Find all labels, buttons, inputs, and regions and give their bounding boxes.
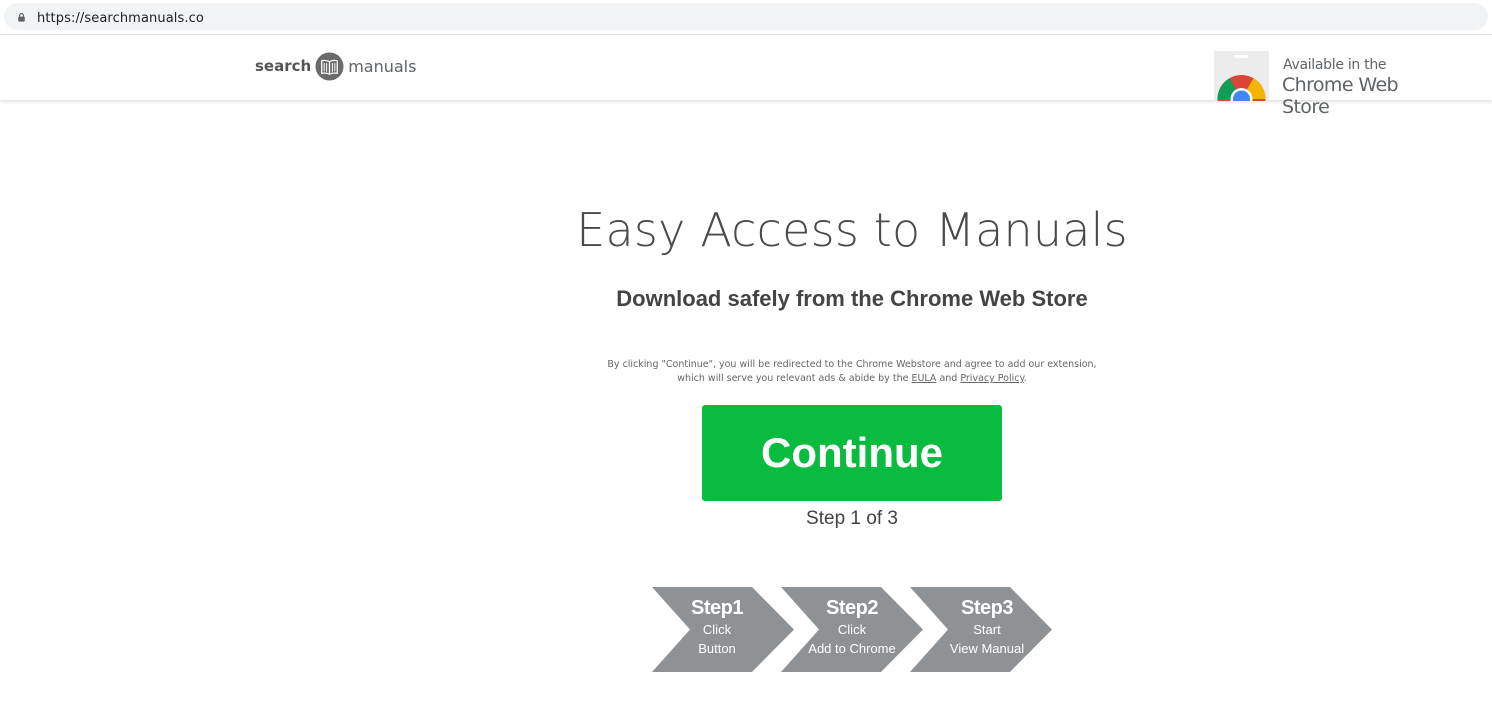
- step-line: Add to Chrome: [808, 641, 896, 656]
- chrome-web-store-badge[interactable]: Available in the Chrome Web Store: [1214, 51, 1444, 118]
- step-3: Step3 Start View Manual: [910, 587, 1052, 672]
- logo-word-search: search: [255, 57, 312, 75]
- lock-icon: [18, 13, 25, 22]
- step-3-text: Step3 Start View Manual: [922, 587, 1052, 658]
- step-line: View Manual: [949, 641, 1025, 656]
- privacy-policy-link[interactable]: Privacy Policy: [960, 373, 1023, 384]
- step-title: Step2: [826, 597, 878, 619]
- step-line: Click: [837, 622, 867, 637]
- chrome-logo-icon: [1217, 55, 1266, 101]
- url-text: https://searchmanuals.co: [37, 11, 204, 26]
- chrome-store-tile: [1214, 51, 1269, 101]
- step-line: Click: [702, 622, 732, 637]
- badge-small-text: Available in the: [1283, 57, 1387, 73]
- disclaimer-part: .: [1023, 373, 1027, 384]
- page-headline: Easy Access to Manuals: [576, 203, 1128, 257]
- eula-link[interactable]: EULA: [911, 373, 936, 384]
- step-title: Step1: [691, 597, 743, 619]
- site-header: search manuals Available in the Chrome W…: [0, 34, 1492, 118]
- logo-word-manuals: manuals: [348, 56, 417, 76]
- step-1: Step1 Click Button: [652, 587, 794, 672]
- site-logo[interactable]: search manuals: [255, 51, 416, 81]
- steps-row: Step1 Click Button Step2 Click Add to Ch…: [652, 587, 1052, 672]
- disclaimer-part: and: [936, 373, 961, 384]
- url-field[interactable]: https://searchmanuals.co: [4, 3, 1488, 30]
- disclaimer-text: By clicking "Continue", you will be redi…: [600, 358, 1104, 386]
- step-title: Step3: [961, 597, 1013, 619]
- browser-address-bar: https://searchmanuals.co: [0, 0, 1492, 34]
- step-line: Button: [698, 641, 736, 656]
- page-subheadline: Download safely from the Chrome Web Stor…: [616, 286, 1088, 311]
- continue-button[interactable]: Continue: [702, 405, 1002, 501]
- book-icon: [315, 51, 344, 81]
- step-line: Start: [973, 622, 1001, 637]
- badge-big-text: Chrome Web Store: [1282, 74, 1399, 118]
- step-2: Step2 Click Add to Chrome: [781, 587, 923, 672]
- step-2-text: Step2 Click Add to Chrome: [787, 587, 917, 658]
- step-1-text: Step1 Click Button: [652, 587, 782, 658]
- step-indicator: Step 1 of 3: [806, 508, 898, 529]
